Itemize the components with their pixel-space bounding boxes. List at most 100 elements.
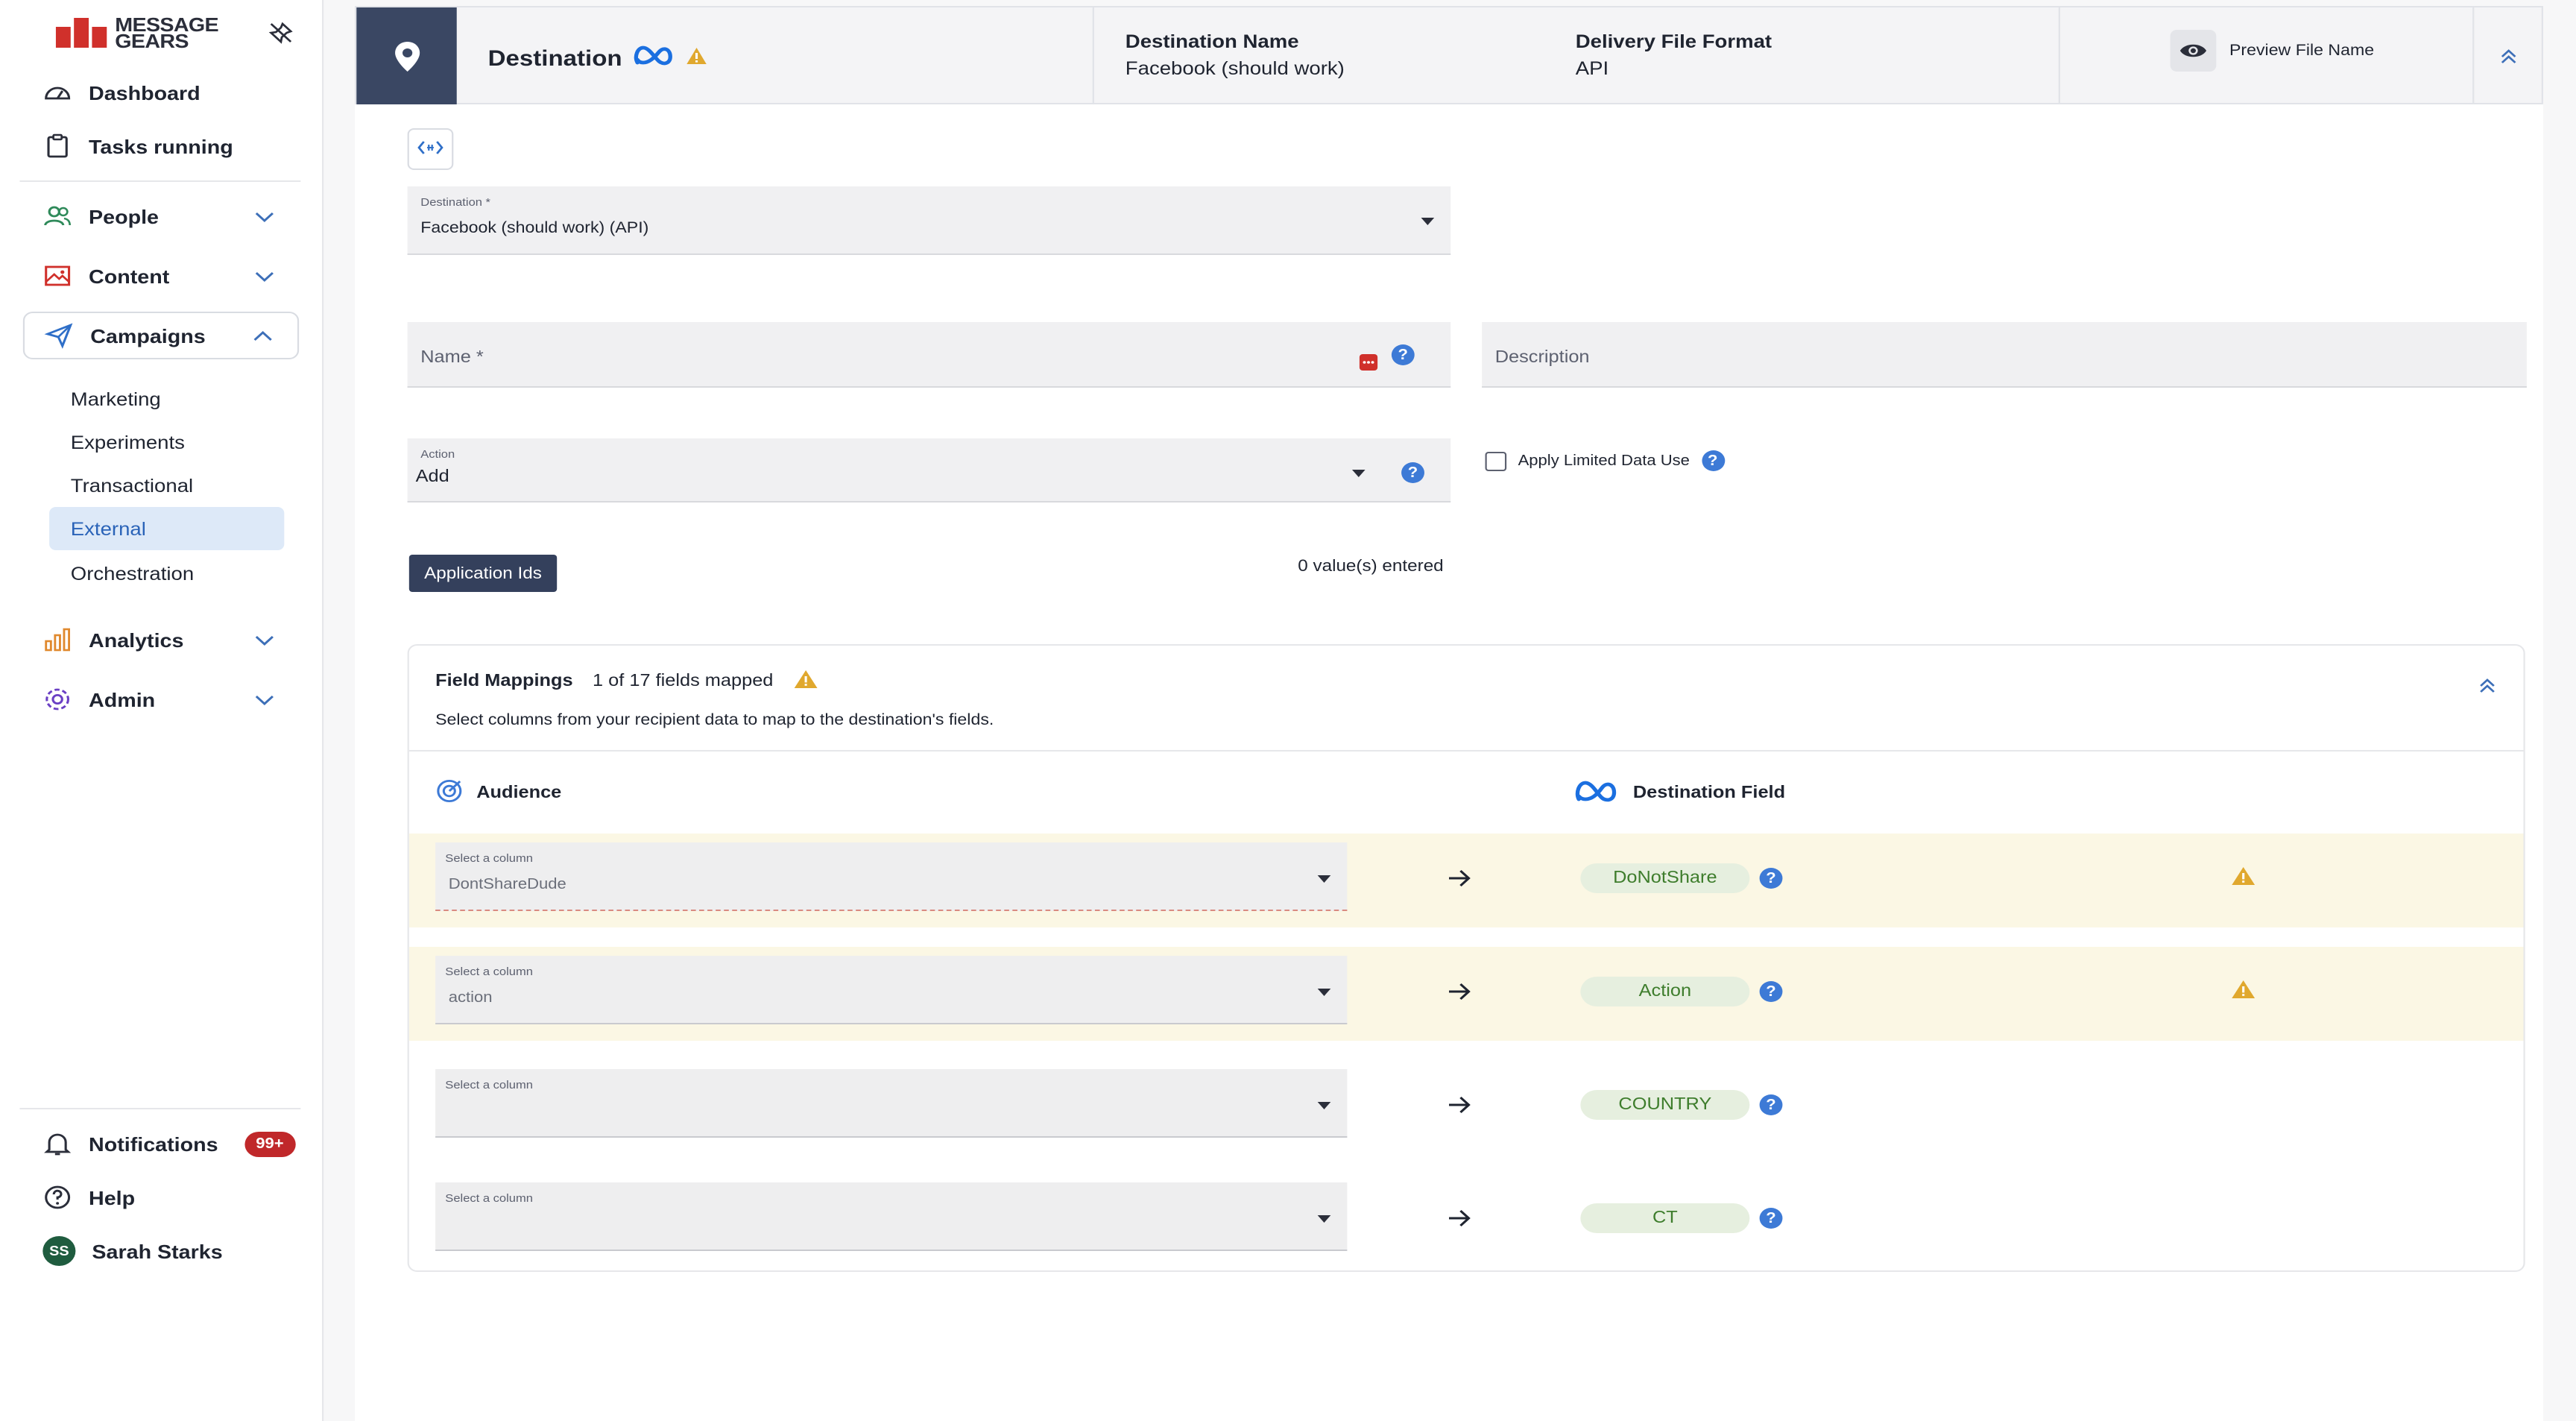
help-icon[interactable]: ? — [1759, 868, 1783, 889]
header-title-text: Destination — [487, 45, 622, 71]
destination-field-chip: Action — [1580, 977, 1750, 1006]
chevron-down-icon[interactable] — [253, 629, 276, 650]
user-name: Sarah Starks — [92, 1240, 223, 1262]
column-select[interactable]: Select a column — [435, 1182, 1348, 1251]
destination-field-column-header: Destination Field — [1574, 778, 1785, 808]
nav-help[interactable]: Help — [23, 1173, 299, 1221]
nav-campaigns[interactable]: Campaigns — [22, 312, 300, 359]
help-icon[interactable]: ? — [1759, 1094, 1783, 1115]
eye-icon[interactable] — [2170, 30, 2217, 72]
caret-down-icon[interactable] — [1317, 1215, 1331, 1223]
code-toggle-button[interactable] — [407, 128, 454, 170]
values-entered-text: 0 value(s) entered — [1298, 558, 1444, 576]
nav-people-label: People — [89, 205, 159, 227]
sidebar-item-marketing[interactable]: Marketing — [49, 377, 284, 420]
sidebar-divider — [19, 1108, 301, 1109]
field-mappings-card: Field Mappings 1 of 17 fields mapped Sel… — [407, 644, 2525, 1272]
audience-column-header: Audience — [435, 778, 561, 808]
caret-down-icon[interactable] — [1421, 218, 1435, 225]
help-icon[interactable]: ? — [1701, 450, 1725, 471]
field-mappings-subtitle: Select columns from your recipient data … — [435, 711, 994, 729]
column-select-label: Select a column — [445, 965, 533, 978]
column-select[interactable]: Select a column — [435, 1069, 1348, 1138]
card-divider — [408, 750, 2524, 752]
admin-icon — [42, 686, 72, 713]
caret-down-icon[interactable] — [1351, 470, 1366, 477]
column-select[interactable]: Select a column DontShareDude — [435, 842, 1348, 911]
destination-header: Destination Destination Name Facebook (s… — [355, 6, 2543, 104]
description-input[interactable]: Description — [1482, 322, 2527, 388]
limited-data-use-label: Apply Limited Data Use — [1518, 453, 1690, 469]
application-ids-button[interactable]: Application Ids — [408, 555, 558, 592]
destination-field-chip: CT — [1580, 1203, 1750, 1233]
sidebar-divider — [19, 180, 301, 182]
destination-field-chip: COUNTRY — [1580, 1090, 1750, 1120]
name-input[interactable]: Name * ? — [407, 322, 1451, 388]
sidebar-item-transactional[interactable]: Transactional — [49, 464, 284, 507]
mapping-row: Select a column action Action ? — [408, 947, 2524, 1041]
column-select-label: Select a column — [445, 1191, 533, 1205]
nav-content-label: Content — [89, 265, 170, 287]
pin-off-icon[interactable] — [268, 21, 294, 45]
nav-tasks-label: Tasks running — [89, 135, 233, 157]
nav-admin[interactable]: Admin — [23, 675, 299, 723]
nav-content[interactable]: Content — [23, 252, 299, 300]
nav-analytics[interactable]: Analytics — [23, 616, 299, 664]
nav-user-profile[interactable]: SS Sarah Starks — [23, 1227, 299, 1275]
destination-select-value: Facebook (should work) (API) — [420, 219, 649, 237]
campaigns-icon — [44, 322, 75, 349]
help-icon[interactable]: ? — [1759, 981, 1783, 1002]
limited-data-use-option[interactable]: Apply Limited Data Use ? — [1485, 450, 1725, 471]
nav-analytics-label: Analytics — [89, 628, 184, 651]
field-mappings-count: 1 of 17 fields mapped — [593, 672, 774, 690]
arrow-right-icon — [1446, 1093, 1472, 1117]
destination-name-value: Facebook (should work) — [1125, 58, 1345, 79]
nav-notifications[interactable]: Notifications 99+ — [23, 1120, 299, 1168]
destination-field-chip: DoNotShare — [1580, 863, 1750, 893]
caret-down-icon[interactable] — [1317, 989, 1331, 996]
nav-help-label: Help — [89, 1186, 136, 1209]
help-icon[interactable]: ? — [1401, 462, 1424, 483]
warning-icon — [684, 45, 707, 71]
notifications-badge: 99+ — [244, 1131, 296, 1156]
limited-data-use-checkbox[interactable] — [1485, 451, 1507, 470]
chevron-down-icon[interactable] — [253, 265, 276, 286]
destination-select[interactable]: Destination * Facebook (should work) (AP… — [407, 186, 1451, 255]
sidebar-item-orchestration[interactable]: Orchestration — [49, 552, 284, 595]
header-title: Destination — [488, 43, 708, 73]
sidebar-item-external[interactable]: External — [49, 507, 285, 550]
caret-down-icon[interactable] — [1317, 1102, 1331, 1109]
nav-people[interactable]: People — [23, 192, 299, 240]
column-select[interactable]: Select a column action — [435, 956, 1348, 1024]
logo-mark-icon — [55, 18, 107, 48]
clipboard-icon — [42, 133, 72, 160]
brand-logo[interactable]: MESSAGE GEARS — [55, 15, 219, 51]
warning-icon — [793, 669, 818, 693]
chevron-down-icon[interactable] — [253, 206, 276, 227]
chevron-up-icon[interactable] — [251, 327, 274, 347]
delivery-format-block: Delivery File Format API — [1576, 31, 1772, 79]
sidebar: MESSAGE GEARS Dashboard Tasks running Pe… — [0, 0, 324, 1421]
chevron-down-icon[interactable] — [253, 689, 276, 710]
action-select[interactable]: Action Add ? — [407, 438, 1451, 502]
help-icon[interactable]: ? — [1759, 1208, 1783, 1229]
nav-tasks-running[interactable]: Tasks running — [23, 122, 299, 170]
nav-campaigns-label: Campaigns — [90, 324, 206, 347]
chevron-double-up-icon[interactable] — [2478, 675, 2497, 702]
mapping-row: Select a column COUNTRY ? — [409, 1060, 2524, 1154]
meta-logo-icon — [632, 43, 675, 73]
action-select-label: Action — [420, 447, 455, 461]
preview-file-name-button[interactable]: Preview File Name — [2170, 30, 2374, 72]
nav-notifications-label: Notifications — [89, 1132, 218, 1155]
nav-admin-label: Admin — [89, 688, 156, 710]
action-select-value: Add — [415, 468, 449, 486]
nav-dashboard[interactable]: Dashboard — [23, 69, 299, 116]
field-mappings-title: Field Mappings — [435, 672, 573, 690]
warning-icon — [2231, 866, 2255, 893]
chevron-double-up-icon[interactable] — [2498, 46, 2518, 64]
column-select-value: action — [448, 990, 493, 1006]
sidebar-item-experiments[interactable]: Experiments — [49, 420, 284, 464]
caret-down-icon[interactable] — [1317, 875, 1331, 883]
help-icon[interactable]: ? — [1391, 344, 1415, 365]
input-options-icon[interactable] — [1359, 352, 1378, 379]
